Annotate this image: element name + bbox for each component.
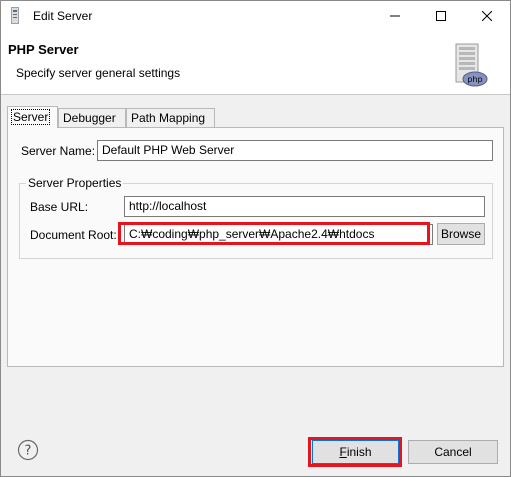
document-root-label: Document Root: xyxy=(30,228,117,242)
tab-server[interactable]: Server xyxy=(7,106,58,128)
base-url-label: Base URL: xyxy=(30,200,89,214)
php-badge-text: php xyxy=(467,75,482,84)
php-server-icon: php xyxy=(455,43,488,87)
tab-debugger-label: Debugger xyxy=(63,111,116,125)
minimize-icon xyxy=(390,15,400,17)
server-tab-panel: Server Name: Default PHP Web Server Serv… xyxy=(7,127,504,367)
page-title: PHP Server xyxy=(8,42,79,57)
tab-server-label: Server xyxy=(10,109,51,125)
finish-button[interactable]: Finish xyxy=(312,440,399,464)
window-title: Edit Server xyxy=(33,9,93,23)
cancel-button-label: Cancel xyxy=(434,445,472,459)
server-properties-group: Server Properties Base URL: http://local… xyxy=(19,176,493,259)
browse-button[interactable]: Browse xyxy=(437,223,485,245)
base-url-field[interactable]: http://localhost xyxy=(124,196,485,217)
maximize-icon xyxy=(436,11,446,21)
eclipse-app-icon xyxy=(11,7,19,24)
minimize-button[interactable] xyxy=(372,1,418,31)
edit-server-dialog: Edit Server PHP Server Specify server ge… xyxy=(0,0,511,477)
server-name-label: Server Name: xyxy=(21,144,96,158)
server-properties-legend: Server Properties xyxy=(26,176,124,190)
tab-debugger[interactable]: Debugger xyxy=(58,108,126,127)
tab-path-mapping-label: Path Mapping xyxy=(131,111,206,125)
header-banner: PHP Server Specify server general settin… xyxy=(1,31,510,95)
server-name-field[interactable]: Default PHP Web Server xyxy=(97,140,493,161)
tab-path-mapping[interactable]: Path Mapping xyxy=(126,108,215,127)
page-description: Specify server general settings xyxy=(16,66,181,80)
svg-text:?: ? xyxy=(25,444,32,459)
close-icon xyxy=(482,11,492,21)
title-bar: Edit Server xyxy=(1,1,510,31)
finish-button-label: Finish xyxy=(339,445,372,459)
maximize-button[interactable] xyxy=(418,1,464,31)
document-root-field[interactable]: C:₩coding₩php_server₩Apache2.4₩htdocs xyxy=(124,224,433,245)
cancel-button[interactable]: Cancel xyxy=(408,440,498,464)
close-button[interactable] xyxy=(464,1,510,31)
help-icon[interactable]: ? xyxy=(17,439,39,461)
